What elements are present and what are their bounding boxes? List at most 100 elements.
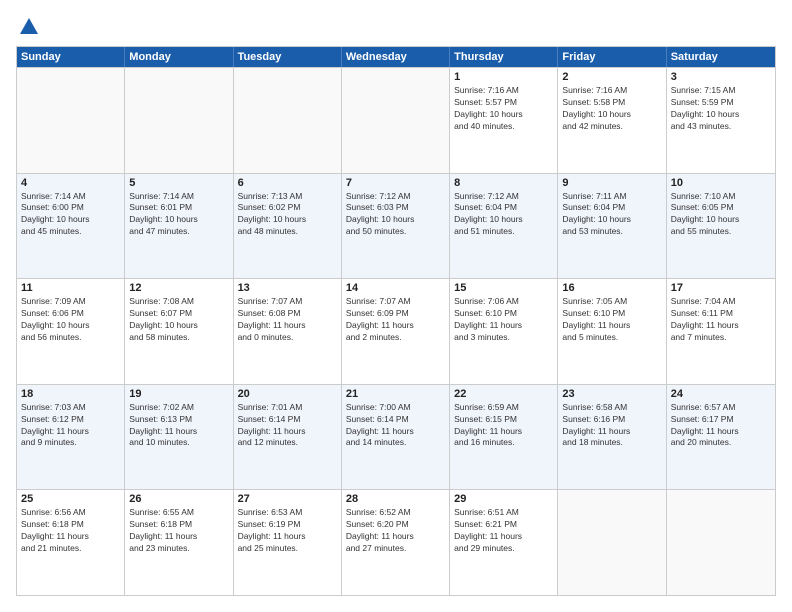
calendar-row-4: 25 Sunrise: 6:56 AM Sunset: 6:18 PM Dayli…: [17, 489, 775, 595]
day-number: 17: [671, 282, 771, 294]
day-cell-18: 18 Sunrise: 7:03 AM Sunset: 6:12 PM Dayli…: [17, 385, 125, 490]
weekday-header-saturday: Saturday: [667, 47, 775, 67]
day-cell-1: 1 Sunrise: 7:16 AM Sunset: 5:57 PM Daylig…: [450, 68, 558, 173]
weekday-header-wednesday: Wednesday: [342, 47, 450, 67]
day-cell-26: 26 Sunrise: 6:55 AM Sunset: 6:18 PM Dayli…: [125, 490, 233, 595]
weekday-header-monday: Monday: [125, 47, 233, 67]
day-number: 7: [346, 177, 445, 189]
calendar-body: 1 Sunrise: 7:16 AM Sunset: 5:57 PM Daylig…: [17, 67, 775, 595]
day-info: Sunrise: 7:11 AM Sunset: 6:04 PM Dayligh…: [562, 191, 661, 239]
day-number: 1: [454, 71, 553, 83]
day-cell-29: 29Sunrise: 6:51 AM Sunset: 6:21 PM Dayli…: [450, 490, 558, 595]
empty-cell-0-0: [17, 68, 125, 173]
empty-cell-0-3: [342, 68, 450, 173]
day-info: Sunrise: 7:16 AM Sunset: 5:57 PM Dayligh…: [454, 85, 553, 133]
day-info: Sunrise: 7:04 AM Sunset: 6:11 PM Dayligh…: [671, 296, 771, 344]
day-cell-13: 13 Sunrise: 7:07 AM Sunset: 6:08 PM Dayli…: [234, 279, 342, 384]
day-cell-28: 28Sunrise: 6:52 AM Sunset: 6:20 PM Dayli…: [342, 490, 450, 595]
day-cell-9: 9Sunrise: 7:11 AM Sunset: 6:04 PM Daylig…: [558, 174, 666, 279]
day-info: Sunrise: 7:14 AM Sunset: 6:01 PM Dayligh…: [129, 191, 228, 239]
day-info: Sunrise: 7:12 AM Sunset: 6:04 PM Dayligh…: [454, 191, 553, 239]
empty-cell-4-6: [667, 490, 775, 595]
day-info: Sunrise: 6:59 AM Sunset: 6:15 PM Dayligh…: [454, 402, 553, 450]
day-number: 11: [21, 282, 120, 294]
day-number: 28: [346, 493, 445, 505]
day-number: 3: [671, 71, 771, 83]
calendar-row-0: 1 Sunrise: 7:16 AM Sunset: 5:57 PM Daylig…: [17, 67, 775, 173]
day-info: Sunrise: 7:05 AM Sunset: 6:10 PM Dayligh…: [562, 296, 661, 344]
day-cell-4: 4 Sunrise: 7:14 AM Sunset: 6:00 PM Daylig…: [17, 174, 125, 279]
weekday-header-sunday: Sunday: [17, 47, 125, 67]
day-info: Sunrise: 7:10 AM Sunset: 6:05 PM Dayligh…: [671, 191, 771, 239]
day-number: 6: [238, 177, 337, 189]
day-number: 16: [562, 282, 661, 294]
calendar-row-3: 18 Sunrise: 7:03 AM Sunset: 6:12 PM Dayli…: [17, 384, 775, 490]
day-number: 25: [21, 493, 120, 505]
day-info: Sunrise: 7:00 AM Sunset: 6:14 PM Dayligh…: [346, 402, 445, 450]
day-cell-12: 12 Sunrise: 7:08 AM Sunset: 6:07 PM Dayli…: [125, 279, 233, 384]
empty-cell-0-2: [234, 68, 342, 173]
calendar-row-1: 4 Sunrise: 7:14 AM Sunset: 6:00 PM Daylig…: [17, 173, 775, 279]
day-info: Sunrise: 7:08 AM Sunset: 6:07 PM Dayligh…: [129, 296, 228, 344]
day-cell-25: 25 Sunrise: 6:56 AM Sunset: 6:18 PM Dayli…: [17, 490, 125, 595]
day-cell-6: 6 Sunrise: 7:13 AM Sunset: 6:02 PM Daylig…: [234, 174, 342, 279]
day-cell-11: 11 Sunrise: 7:09 AM Sunset: 6:06 PM Dayli…: [17, 279, 125, 384]
day-number: 5: [129, 177, 228, 189]
day-info: Sunrise: 6:56 AM Sunset: 6:18 PM Dayligh…: [21, 507, 120, 555]
day-cell-3: 3Sunrise: 7:15 AM Sunset: 5:59 PM Daylig…: [667, 68, 775, 173]
day-number: 23: [562, 388, 661, 400]
day-info: Sunrise: 7:03 AM Sunset: 6:12 PM Dayligh…: [21, 402, 120, 450]
day-cell-7: 7 Sunrise: 7:12 AM Sunset: 6:03 PM Daylig…: [342, 174, 450, 279]
day-number: 13: [238, 282, 337, 294]
day-info: Sunrise: 7:12 AM Sunset: 6:03 PM Dayligh…: [346, 191, 445, 239]
day-cell-14: 14Sunrise: 7:07 AM Sunset: 6:09 PM Dayli…: [342, 279, 450, 384]
day-cell-15: 15 Sunrise: 7:06 AM Sunset: 6:10 PM Dayli…: [450, 279, 558, 384]
calendar-header: SundayMondayTuesdayWednesdayThursdayFrid…: [17, 47, 775, 67]
calendar-row-2: 11 Sunrise: 7:09 AM Sunset: 6:06 PM Dayli…: [17, 278, 775, 384]
day-info: Sunrise: 6:57 AM Sunset: 6:17 PM Dayligh…: [671, 402, 771, 450]
calendar: SundayMondayTuesdayWednesdayThursdayFrid…: [16, 46, 776, 596]
day-number: 26: [129, 493, 228, 505]
day-cell-21: 21 Sunrise: 7:00 AM Sunset: 6:14 PM Dayli…: [342, 385, 450, 490]
day-number: 8: [454, 177, 553, 189]
day-cell-17: 17 Sunrise: 7:04 AM Sunset: 6:11 PM Dayli…: [667, 279, 775, 384]
day-info: Sunrise: 7:09 AM Sunset: 6:06 PM Dayligh…: [21, 296, 120, 344]
day-number: 14: [346, 282, 445, 294]
day-cell-23: 23 Sunrise: 6:58 AM Sunset: 6:16 PM Dayli…: [558, 385, 666, 490]
day-info: Sunrise: 7:06 AM Sunset: 6:10 PM Dayligh…: [454, 296, 553, 344]
day-info: Sunrise: 7:07 AM Sunset: 6:08 PM Dayligh…: [238, 296, 337, 344]
logo: [16, 16, 40, 38]
day-info: Sunrise: 6:53 AM Sunset: 6:19 PM Dayligh…: [238, 507, 337, 555]
day-cell-22: 22Sunrise: 6:59 AM Sunset: 6:15 PM Dayli…: [450, 385, 558, 490]
weekday-header-tuesday: Tuesday: [234, 47, 342, 67]
day-number: 21: [346, 388, 445, 400]
day-number: 24: [671, 388, 771, 400]
day-number: 2: [562, 71, 661, 83]
day-cell-19: 19 Sunrise: 7:02 AM Sunset: 6:13 PM Dayli…: [125, 385, 233, 490]
day-info: Sunrise: 7:16 AM Sunset: 5:58 PM Dayligh…: [562, 85, 661, 133]
day-info: Sunrise: 7:02 AM Sunset: 6:13 PM Dayligh…: [129, 402, 228, 450]
day-info: Sunrise: 7:01 AM Sunset: 6:14 PM Dayligh…: [238, 402, 337, 450]
day-number: 19: [129, 388, 228, 400]
day-number: 12: [129, 282, 228, 294]
empty-cell-4-5: [558, 490, 666, 595]
page: SundayMondayTuesdayWednesdayThursdayFrid…: [0, 0, 792, 612]
day-number: 15: [454, 282, 553, 294]
empty-cell-0-1: [125, 68, 233, 173]
day-cell-24: 24 Sunrise: 6:57 AM Sunset: 6:17 PM Dayli…: [667, 385, 775, 490]
day-number: 18: [21, 388, 120, 400]
day-cell-20: 20Sunrise: 7:01 AM Sunset: 6:14 PM Dayli…: [234, 385, 342, 490]
day-cell-5: 5 Sunrise: 7:14 AM Sunset: 6:01 PM Daylig…: [125, 174, 233, 279]
day-number: 4: [21, 177, 120, 189]
day-info: Sunrise: 6:55 AM Sunset: 6:18 PM Dayligh…: [129, 507, 228, 555]
day-info: Sunrise: 6:51 AM Sunset: 6:21 PM Dayligh…: [454, 507, 553, 555]
day-cell-27: 27Sunrise: 6:53 AM Sunset: 6:19 PM Dayli…: [234, 490, 342, 595]
day-cell-16: 16 Sunrise: 7:05 AM Sunset: 6:10 PM Dayli…: [558, 279, 666, 384]
day-info: Sunrise: 7:13 AM Sunset: 6:02 PM Dayligh…: [238, 191, 337, 239]
header: [16, 16, 776, 38]
day-info: Sunrise: 6:58 AM Sunset: 6:16 PM Dayligh…: [562, 402, 661, 450]
day-number: 10: [671, 177, 771, 189]
day-info: Sunrise: 7:14 AM Sunset: 6:00 PM Dayligh…: [21, 191, 120, 239]
day-cell-2: 2 Sunrise: 7:16 AM Sunset: 5:58 PM Daylig…: [558, 68, 666, 173]
day-cell-8: 8 Sunrise: 7:12 AM Sunset: 6:04 PM Daylig…: [450, 174, 558, 279]
